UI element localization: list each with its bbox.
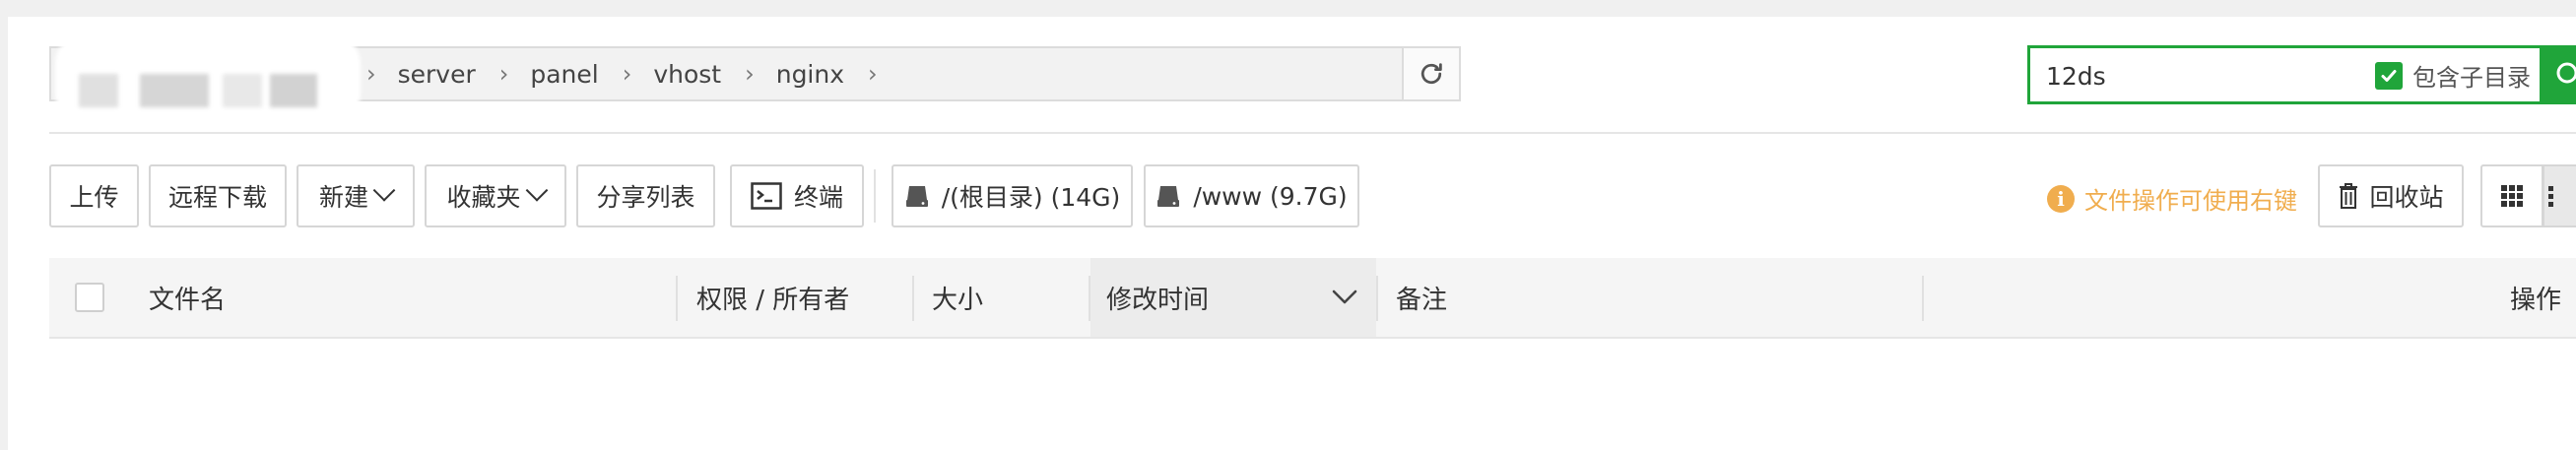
chevron-right-icon: › <box>366 60 376 88</box>
search-input[interactable] <box>2044 56 2344 96</box>
remote-download-label: 远程下载 <box>167 183 267 212</box>
info-icon: i <box>2047 184 2075 213</box>
toolbar-separator <box>874 169 876 223</box>
favorites-dropdown-button[interactable]: 收藏夹 <box>425 164 566 227</box>
terminal-icon <box>751 182 782 210</box>
new-label: 新建 <box>318 183 368 212</box>
chevron-right-icon: › <box>868 60 878 88</box>
remote-download-button[interactable]: 远程下载 <box>149 164 287 227</box>
refresh-icon <box>1420 63 1442 85</box>
search-icon <box>2556 62 2576 84</box>
path-redacted-segment <box>55 34 361 123</box>
disk-www-label: /www (9.7G) <box>1193 181 1348 211</box>
disk-icon <box>1157 186 1180 207</box>
list-view-button[interactable] <box>2543 164 2576 227</box>
breadcrumb-item-vhost[interactable]: vhost <box>653 60 721 89</box>
path-bar[interactable]: › server › panel › vhost › nginx › <box>49 34 1460 123</box>
column-note[interactable]: 备注 <box>1396 258 1447 337</box>
recycle-bin-label: 回收站 <box>2369 183 2444 212</box>
column-filename[interactable]: 文件名 <box>149 258 226 337</box>
column-mtime-label: 修改时间 <box>1106 285 1210 315</box>
breadcrumb: › server › panel › vhost › nginx › <box>366 48 899 99</box>
column-permission-label: 权限 / 所有者 <box>696 285 850 315</box>
terminal-label: 终端 <box>793 183 843 212</box>
trash-icon <box>2340 183 2358 209</box>
file-table-header: 文件名 权限 / 所有者 大小 修改时间 备注 操作 <box>49 258 2576 339</box>
column-permission[interactable]: 权限 / 所有者 <box>696 258 849 337</box>
chevron-right-icon: › <box>498 60 509 88</box>
search-box: 包含子目录 <box>2027 45 2549 104</box>
column-divider <box>1376 276 1378 321</box>
list-view-icon <box>2548 186 2553 207</box>
column-divider <box>676 276 678 321</box>
new-dropdown-button[interactable]: 新建 <box>297 164 415 227</box>
right-click-hint: i 文件操作可使用右键 <box>2047 181 2297 216</box>
favorites-label: 收藏夹 <box>446 183 521 212</box>
right-click-hint-label: 文件操作可使用右键 <box>2084 187 2297 215</box>
upload-label: 上传 <box>69 183 119 212</box>
recycle-bin-button[interactable]: 回收站 <box>2318 164 2464 227</box>
chevron-right-icon: › <box>622 60 632 88</box>
checkbox-checked-icon[interactable] <box>2375 61 2403 90</box>
column-divider <box>1922 276 1924 321</box>
breadcrumb-item-server[interactable]: server <box>398 60 476 89</box>
grid-view-button[interactable] <box>2480 164 2543 227</box>
column-filename-label: 文件名 <box>149 285 227 315</box>
disk-root-label: /(根目录) (14G) <box>941 183 1121 212</box>
disk-root-button[interactable]: /(根目录) (14G) <box>892 164 1133 227</box>
column-size[interactable]: 大小 <box>932 258 983 337</box>
column-mtime[interactable]: 修改时间 <box>1090 258 1376 337</box>
share-list-button[interactable]: 分享列表 <box>576 164 715 227</box>
include-subdirectory-label: 包含子目录 <box>2412 64 2531 92</box>
column-size-label: 大小 <box>932 285 984 315</box>
select-all-cell <box>75 258 104 337</box>
disk-icon <box>905 186 928 207</box>
column-actions: 操作 <box>2510 258 2561 337</box>
breadcrumb-item-nginx[interactable]: nginx <box>776 60 844 89</box>
column-note-label: 备注 <box>1396 285 1448 315</box>
share-list-label: 分享列表 <box>596 183 695 212</box>
terminal-button[interactable]: 终端 <box>730 164 864 227</box>
divider <box>49 132 2576 134</box>
breadcrumb-item-panel[interactable]: panel <box>530 60 598 89</box>
sort-chevron-down-icon <box>1332 289 1357 304</box>
search-button[interactable] <box>2540 45 2576 104</box>
grid-view-icon <box>2501 185 2523 207</box>
chevron-right-icon: › <box>745 60 755 88</box>
select-all-checkbox[interactable] <box>75 283 104 312</box>
refresh-button[interactable] <box>1402 46 1461 101</box>
chevron-down-icon <box>525 179 548 202</box>
column-divider <box>912 276 914 321</box>
chevron-down-icon <box>372 179 396 202</box>
disk-www-button[interactable]: /www (9.7G) <box>1144 164 1359 227</box>
column-actions-label: 操作 <box>2510 285 2562 315</box>
upload-button[interactable]: 上传 <box>49 164 139 227</box>
include-subdirectory-toggle[interactable]: 包含子目录 <box>2375 58 2531 93</box>
